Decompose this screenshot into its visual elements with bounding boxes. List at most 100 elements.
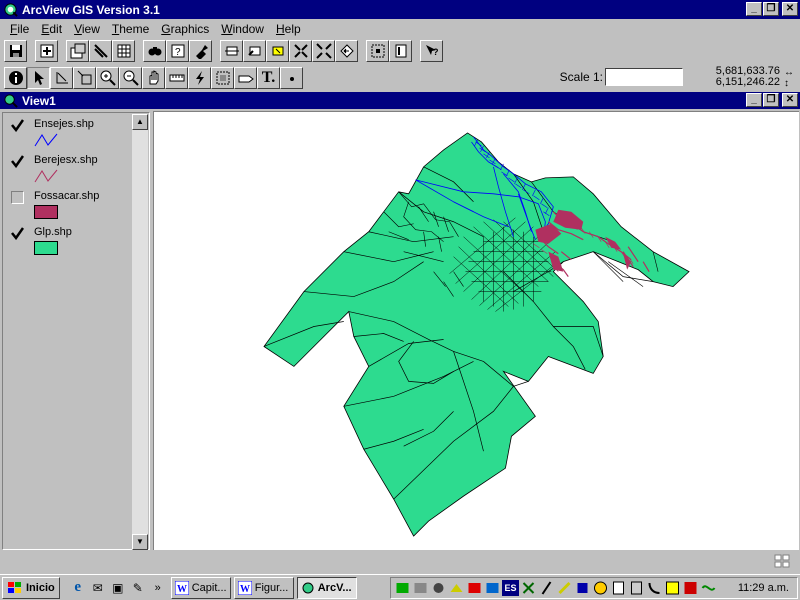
view-close-button[interactable]: ✕	[782, 93, 798, 107]
theme-name: Berejesx.shp	[34, 154, 98, 166]
glp-polygon[interactable]	[263, 132, 690, 537]
tray-app-icon[interactable]	[430, 580, 447, 596]
view-title-bar[interactable]: View1 _ ❐ ✕	[0, 92, 800, 109]
tray-app-icon[interactable]	[700, 580, 717, 596]
pan-icon[interactable]	[142, 67, 165, 89]
label-icon[interactable]	[234, 67, 257, 89]
zoom-active-theme-icon[interactable]	[243, 40, 266, 62]
tray-app-icon[interactable]	[556, 580, 573, 596]
task-button-arcview[interactable]: ArcV...	[296, 576, 357, 599]
restore-button[interactable]: ❐	[763, 2, 779, 16]
svg-text:?: ?	[433, 47, 439, 57]
menu-window[interactable]: Window	[215, 22, 270, 36]
app-title: ArcView GIS Version 3.1	[22, 2, 160, 17]
menu-edit[interactable]: Edit	[35, 22, 68, 36]
measure-icon[interactable]	[165, 67, 188, 89]
open-table-icon[interactable]	[112, 40, 135, 62]
clear-selection-icon[interactable]	[389, 40, 412, 62]
theme-fossacar[interactable]: Fossacar.shp	[7, 189, 135, 225]
theme-ensejes[interactable]: Ensejes.shp	[7, 117, 135, 153]
clock[interactable]: 11:29 a.m.	[738, 582, 789, 594]
scroll-up-icon[interactable]: ▲	[132, 114, 148, 130]
more-chevron-icon[interactable]: »	[148, 578, 168, 598]
task-label: ArcV...	[317, 581, 352, 594]
language-indicator[interactable]: ES	[502, 580, 519, 596]
checkbox-checked-icon[interactable]	[11, 119, 24, 132]
view-minimize-button[interactable]: _	[746, 93, 762, 107]
minimize-button[interactable]: _	[746, 2, 762, 16]
find-icon[interactable]	[143, 40, 166, 62]
zoom-out-icon[interactable]	[119, 67, 142, 89]
zoom-in-icon[interactable]	[96, 67, 119, 89]
internet-explorer-icon[interactable]: e	[68, 578, 88, 598]
theme-glp[interactable]: Glp.shp	[7, 225, 135, 261]
map-canvas[interactable]	[154, 112, 799, 550]
scroll-down-icon[interactable]: ▼	[132, 534, 148, 550]
tray-app-icon[interactable]	[394, 580, 411, 596]
scale-input[interactable]	[605, 68, 683, 86]
menu-help[interactable]: Help	[270, 22, 307, 36]
tray-app-icon[interactable]	[538, 580, 555, 596]
start-button[interactable]: Inicio	[2, 576, 60, 599]
help-icon[interactable]: ?	[420, 40, 443, 62]
view-restore-button[interactable]: ❐	[763, 93, 779, 107]
vertex-edit-icon[interactable]	[50, 67, 73, 89]
tray-app-icon[interactable]	[628, 580, 645, 596]
tray-app-icon[interactable]	[610, 580, 627, 596]
menu-file[interactable]: File	[4, 22, 35, 36]
coordinate-readout: 5,681,633.76 6,151,246.22	[716, 66, 780, 88]
checkbox-checked-icon[interactable]	[11, 155, 24, 168]
zoom-selected-icon[interactable]	[266, 40, 289, 62]
tray-app-icon[interactable]	[484, 580, 501, 596]
tray-app-icon[interactable]	[448, 580, 465, 596]
menu-theme[interactable]: Theme	[106, 22, 155, 36]
tray-app-icon[interactable]	[646, 580, 663, 596]
close-button[interactable]: ✕	[782, 2, 798, 16]
save-icon[interactable]	[4, 40, 27, 62]
identify-icon[interactable]	[4, 67, 27, 89]
query-builder-icon[interactable]: ?	[166, 40, 189, 62]
map-display[interactable]	[153, 111, 799, 550]
edit-legend-icon[interactable]	[89, 40, 112, 62]
tray-app-icon[interactable]	[664, 580, 681, 596]
coord-arrows-icon: ↔ ↕	[784, 67, 794, 89]
zoom-previous-icon[interactable]	[335, 40, 358, 62]
zoom-out-fixed-icon[interactable]	[312, 40, 335, 62]
area-of-interest-icon[interactable]	[211, 67, 234, 89]
task-button-capit[interactable]: W Capit...	[170, 576, 231, 599]
zoom-full-extent-icon[interactable]	[220, 40, 243, 62]
quick-launch-tool-icon[interactable]: ✎	[128, 578, 148, 598]
toc-scrollbar[interactable]: ▲ ▼	[132, 114, 148, 550]
checkbox-checked-icon[interactable]	[11, 227, 24, 240]
theme-properties-icon[interactable]	[66, 40, 89, 62]
task-button-figur[interactable]: W Figur...	[233, 576, 294, 599]
locate-address-icon[interactable]	[189, 40, 212, 62]
pointer-icon[interactable]	[27, 67, 50, 89]
draw-point-icon[interactable]	[280, 67, 303, 89]
status-bar	[0, 550, 800, 574]
add-theme-icon[interactable]	[35, 40, 58, 62]
tray-app-icon[interactable]	[592, 580, 609, 596]
tray-app-icon[interactable]	[520, 580, 537, 596]
theme-berejesx[interactable]: Berejesx.shp	[7, 153, 135, 189]
select-feature-icon[interactable]	[73, 67, 96, 89]
scale-label: Scale 1:	[559, 70, 603, 84]
tray-app-icon[interactable]	[574, 580, 591, 596]
show-desktop-icon[interactable]: ▣	[108, 578, 128, 598]
tray-app-icon[interactable]	[412, 580, 429, 596]
zoom-in-fixed-icon[interactable]	[289, 40, 312, 62]
text-icon[interactable]: T.	[257, 67, 280, 89]
tray-app-icon[interactable]	[466, 580, 483, 596]
app-title-bar[interactable]: ArcView GIS Version 3.1 _ ❐ ✕	[0, 0, 800, 19]
outlook-express-icon[interactable]: ✉	[88, 578, 108, 598]
select-by-theme-icon[interactable]	[366, 40, 389, 62]
svg-text:?: ?	[175, 47, 181, 58]
checkbox-unchecked[interactable]	[11, 191, 24, 204]
line-symbol-icon	[34, 169, 58, 183]
fill-symbol-icon	[34, 241, 58, 255]
menu-graphics[interactable]: Graphics	[155, 22, 215, 36]
menu-view[interactable]: View	[68, 22, 106, 36]
tray-app-icon[interactable]	[682, 580, 699, 596]
hotlink-icon[interactable]	[188, 67, 211, 89]
button-bar: ? ?	[0, 38, 800, 64]
